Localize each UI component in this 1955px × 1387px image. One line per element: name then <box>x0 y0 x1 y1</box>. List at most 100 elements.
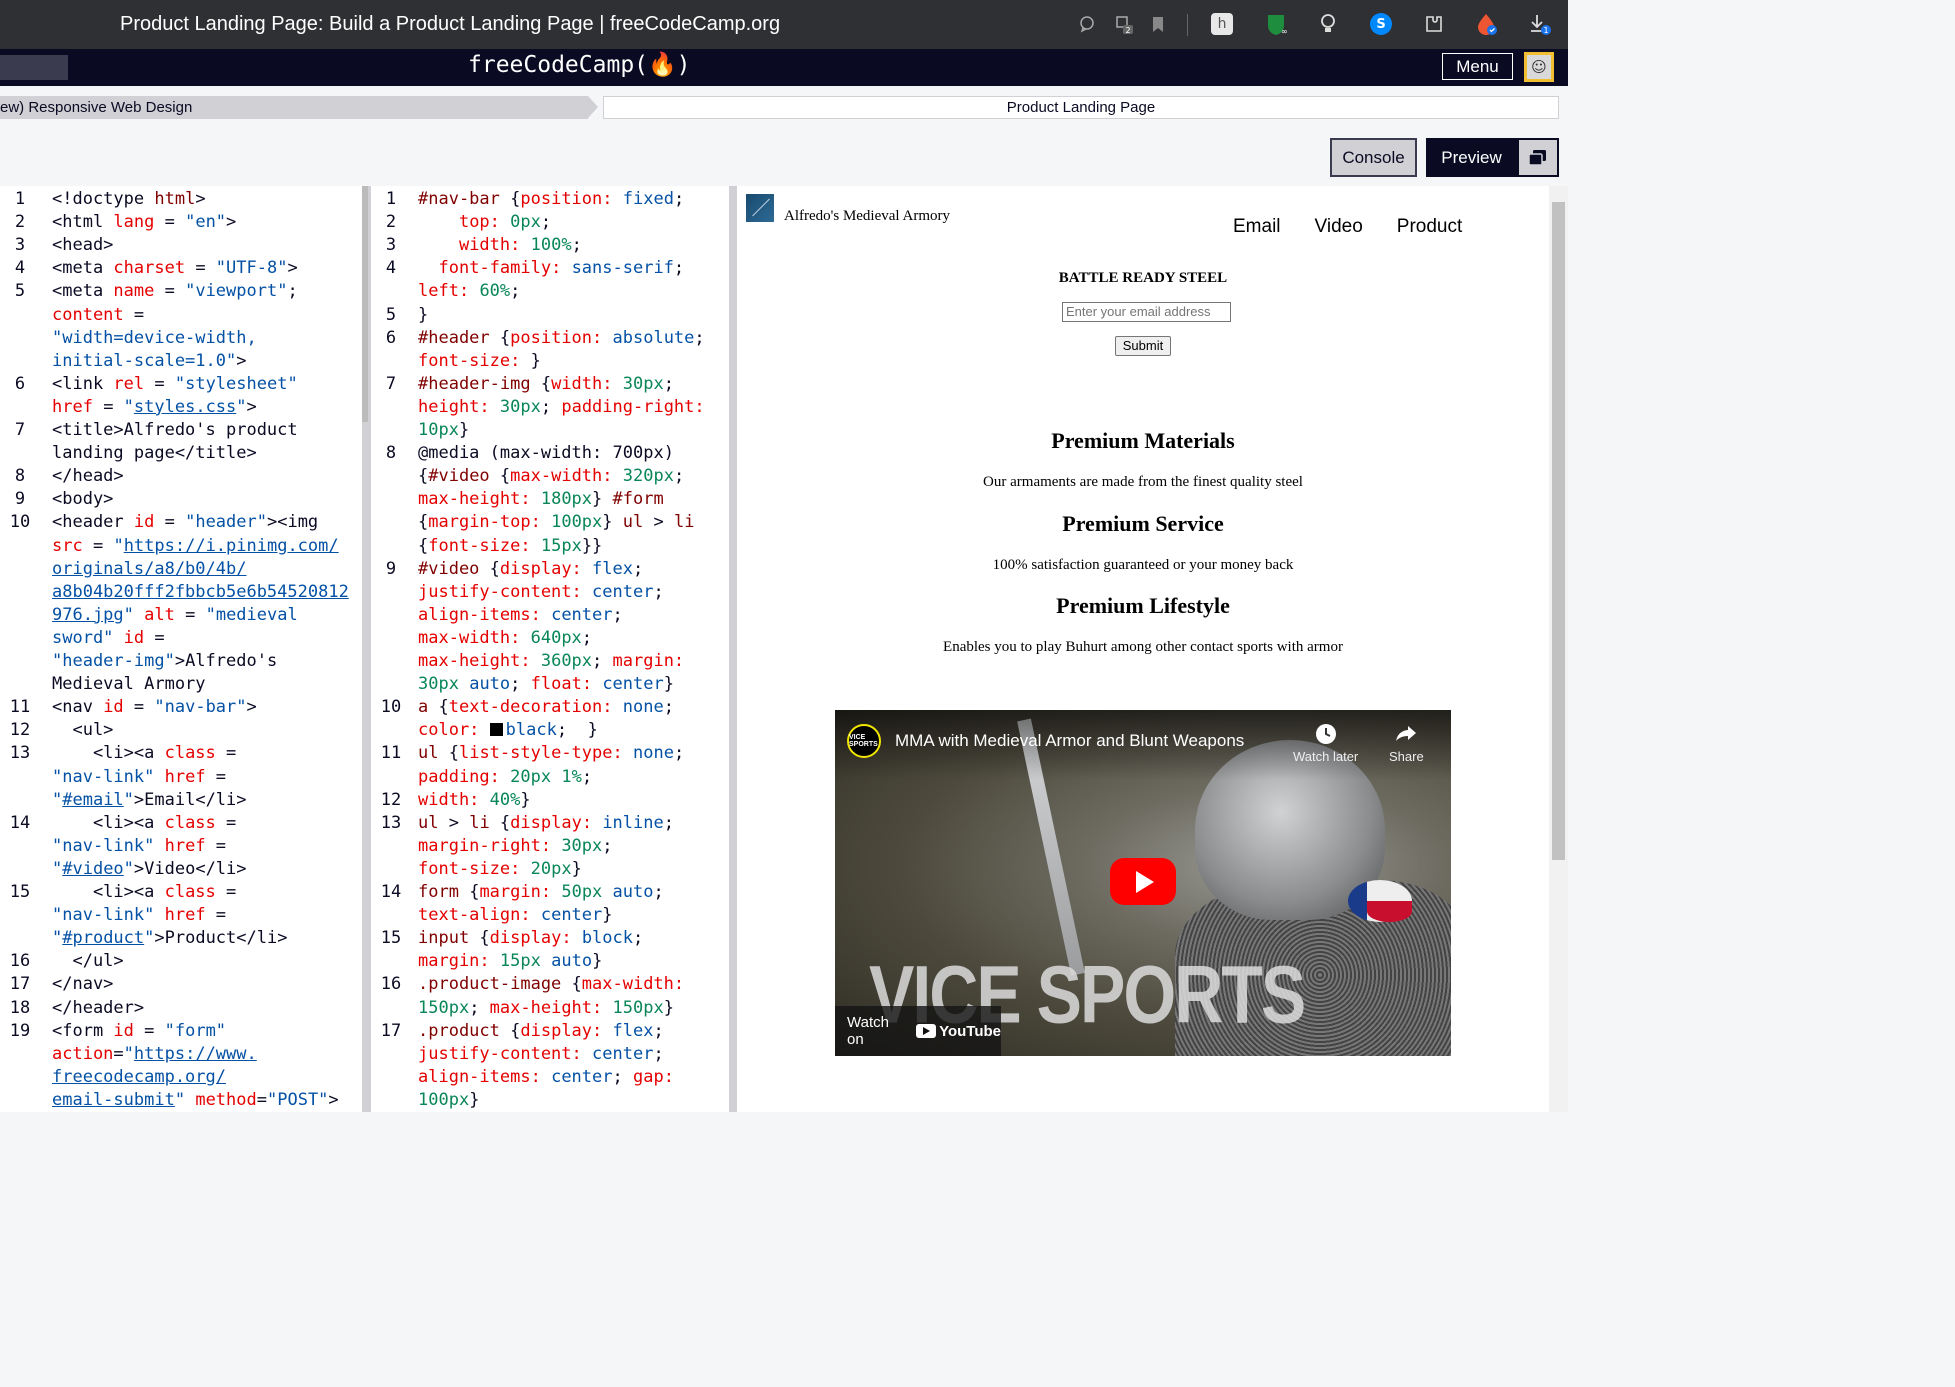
html-code-line[interactable]: <meta name = "viewport"; <box>52 280 298 303</box>
css-code-line[interactable]: text-align: center} <box>418 904 613 927</box>
html-code-line[interactable]: <li><a class = <box>52 881 236 904</box>
css-code-line[interactable]: {font-size: 15px}} <box>418 535 602 558</box>
html-code-line[interactable]: <html lang = "en"> <box>52 211 236 234</box>
css-code-line[interactable]: #header-img {width: 30px; <box>418 373 674 396</box>
css-code-line[interactable]: width: 100%; <box>418 234 582 257</box>
css-code-line[interactable]: 100px} <box>418 1089 479 1112</box>
html-code-line[interactable]: freecodecamp.org/ <box>52 1066 226 1089</box>
breadcrumb-course[interactable]: ew) Responsive Web Design <box>0 96 598 119</box>
html-code-line[interactable]: <link rel = "stylesheet" <box>52 373 298 396</box>
pane-divider-2[interactable] <box>729 186 737 1112</box>
css-code-line[interactable]: ul {list-style-type: none; <box>418 742 684 765</box>
html-code-line[interactable]: "#product">Product</li> <box>52 927 287 950</box>
html-editor[interactable]: 1 <!doctype html> 2 <html lang = "en"> 3 <hea… <box>0 186 362 1112</box>
tab-groups-icon[interactable]: 2 <box>1112 12 1136 36</box>
search-input[interactable] <box>0 55 68 80</box>
submit-button[interactable]: Submit <box>1115 336 1171 356</box>
css-code-line[interactable]: align-items: center; <box>418 604 623 627</box>
html-editor-scrollbar[interactable] <box>362 186 368 422</box>
css-code-line[interactable]: max-width: 640px; <box>418 627 592 650</box>
html-code-line[interactable]: <ul> <box>52 719 113 742</box>
html-code-line[interactable]: "nav-link" href = <box>52 835 226 858</box>
css-code-line[interactable]: font-family: sans-serif; <box>418 257 684 280</box>
html-code-line[interactable]: <body> <box>52 488 113 511</box>
lightbulb-icon[interactable] <box>1316 12 1340 36</box>
css-code-line[interactable]: height: 30px; padding-right: <box>418 396 705 419</box>
html-code-line[interactable]: action="https://www. <box>52 1043 257 1066</box>
menu-button[interactable]: Menu <box>1442 53 1513 80</box>
css-code-line[interactable]: justify-content: center; <box>418 581 664 604</box>
preview-button[interactable]: Preview <box>1426 138 1517 177</box>
css-code-line[interactable]: @media (max-width: 700px) <box>418 442 674 465</box>
html-code-line[interactable]: originals/a8/b0/4b/ <box>52 558 246 581</box>
html-code-line[interactable]: sword" id = <box>52 627 165 650</box>
color-drop-icon[interactable] <box>1475 12 1499 36</box>
html-code-line[interactable]: "#email">Email</li> <box>52 789 247 812</box>
css-code-line[interactable]: width: 40%} <box>418 789 531 812</box>
download-icon[interactable]: 1 <box>1528 12 1552 36</box>
nav-link-video[interactable]: Video <box>1315 216 1363 237</box>
fcc-logo[interactable]: freeCodeCamp(🔥) <box>468 51 691 78</box>
html-code-line[interactable]: <li><a class = <box>52 742 236 765</box>
extension-shield-icon[interactable]: ∞ <box>1264 12 1288 36</box>
html-code-line[interactable]: <title>Alfredo's product <box>52 419 298 442</box>
css-editor[interactable]: 1 #nav-bar {position: fixed; 2 top: 0px; 3 … <box>371 186 729 1112</box>
html-code-line[interactable]: "nav-link" href = <box>52 766 226 789</box>
html-code-line[interactable]: Medieval Armory <box>52 673 206 696</box>
css-code-line[interactable]: } <box>418 304 428 327</box>
shazam-icon[interactable]: S <box>1369 12 1393 36</box>
html-code-line[interactable]: <!doctype html> <box>52 188 206 211</box>
html-code-line[interactable]: <header id = "header"><img <box>52 511 318 534</box>
css-code-line[interactable]: a {text-decoration: none; <box>418 696 674 719</box>
preview-scrollbar-thumb[interactable] <box>1552 202 1565 860</box>
html-code-line[interactable]: <form id = "form" <box>52 1020 226 1043</box>
css-code-line[interactable]: left: 60%; <box>418 280 520 303</box>
play-button[interactable] <box>1110 858 1176 905</box>
html-code-line[interactable]: src = "https://i.pinimg.com/ <box>52 535 339 558</box>
css-code-line[interactable]: #video {display: flex; <box>418 558 643 581</box>
css-code-line[interactable]: {#video {max-width: 320px; <box>418 465 684 488</box>
html-code-line[interactable]: landing page</title> <box>52 442 257 465</box>
css-code-line[interactable]: top: 0px; <box>418 211 551 234</box>
css-code-line[interactable]: .product-image {max-width: <box>418 973 684 996</box>
html-code-line[interactable]: email-submit" method="POST"> <box>52 1089 339 1112</box>
css-code-line[interactable]: #nav-bar {position: fixed; <box>418 188 684 211</box>
css-code-line[interactable]: justify-content: center; <box>418 1043 664 1066</box>
html-code-line[interactable]: </head> <box>52 465 124 488</box>
css-code-line[interactable]: form {margin: 50px auto; <box>418 881 664 904</box>
css-code-line[interactable]: align-items: center; gap: <box>418 1066 674 1089</box>
channel-logo[interactable]: VICE SPORTS <box>847 724 881 758</box>
css-code-line[interactable]: margin: 15px auto} <box>418 950 602 973</box>
css-code-line[interactable]: padding: 20px 1%; <box>418 766 592 789</box>
nav-link-product[interactable]: Product <box>1397 216 1462 237</box>
css-code-line[interactable]: font-size: } <box>418 350 541 373</box>
css-code-line[interactable]: margin-right: 30px; <box>418 835 613 858</box>
css-code-line[interactable]: 10px} <box>418 419 469 442</box>
css-code-line[interactable]: .product {display: flex; <box>418 1020 664 1043</box>
css-code-line[interactable]: max-height: 180px} #form <box>418 488 664 511</box>
extension-puzzle-icon[interactable] <box>1422 12 1446 36</box>
video-title[interactable]: MMA with Medieval Armor and Blunt Weapon… <box>895 731 1244 751</box>
bookmark-icon[interactable] <box>1146 12 1170 36</box>
html-code-line[interactable]: "header-img">Alfredo's <box>52 650 277 673</box>
html-code-line[interactable]: </header> <box>52 997 144 1020</box>
email-input[interactable] <box>1062 302 1231 322</box>
css-code-line[interactable]: {margin-top: 100px} ul > li <box>418 511 694 534</box>
css-code-line[interactable]: ul > li {display: inline; <box>418 812 674 835</box>
avatar[interactable]: ☺ <box>1524 52 1554 82</box>
popout-preview-button[interactable] <box>1517 138 1559 177</box>
chat-icon[interactable] <box>1075 12 1099 36</box>
breadcrumb-project[interactable]: Product Landing Page <box>603 96 1559 119</box>
html-code-line[interactable]: "nav-link" href = <box>52 904 226 927</box>
watch-on-youtube[interactable]: Watch on YouTube <box>835 1006 1001 1056</box>
console-button[interactable]: Console <box>1330 138 1417 177</box>
css-code-line[interactable]: font-size: 20px} <box>418 858 582 881</box>
html-code-line[interactable]: a8b04b20fff2fbbcb5e6b54520812 <box>52 581 349 604</box>
css-code-line[interactable]: 150px; max-height: 150px} <box>418 997 674 1020</box>
css-code-line[interactable]: max-height: 360px; margin: <box>418 650 684 673</box>
css-code-line[interactable]: input {display: block; <box>418 927 643 950</box>
css-code-line[interactable]: color: black; } <box>418 719 598 742</box>
css-code-line[interactable]: 30px auto; float: center} <box>418 673 674 696</box>
html-code-line[interactable]: </nav> <box>52 973 113 996</box>
html-code-line[interactable]: "#video">Video</li> <box>52 858 247 881</box>
